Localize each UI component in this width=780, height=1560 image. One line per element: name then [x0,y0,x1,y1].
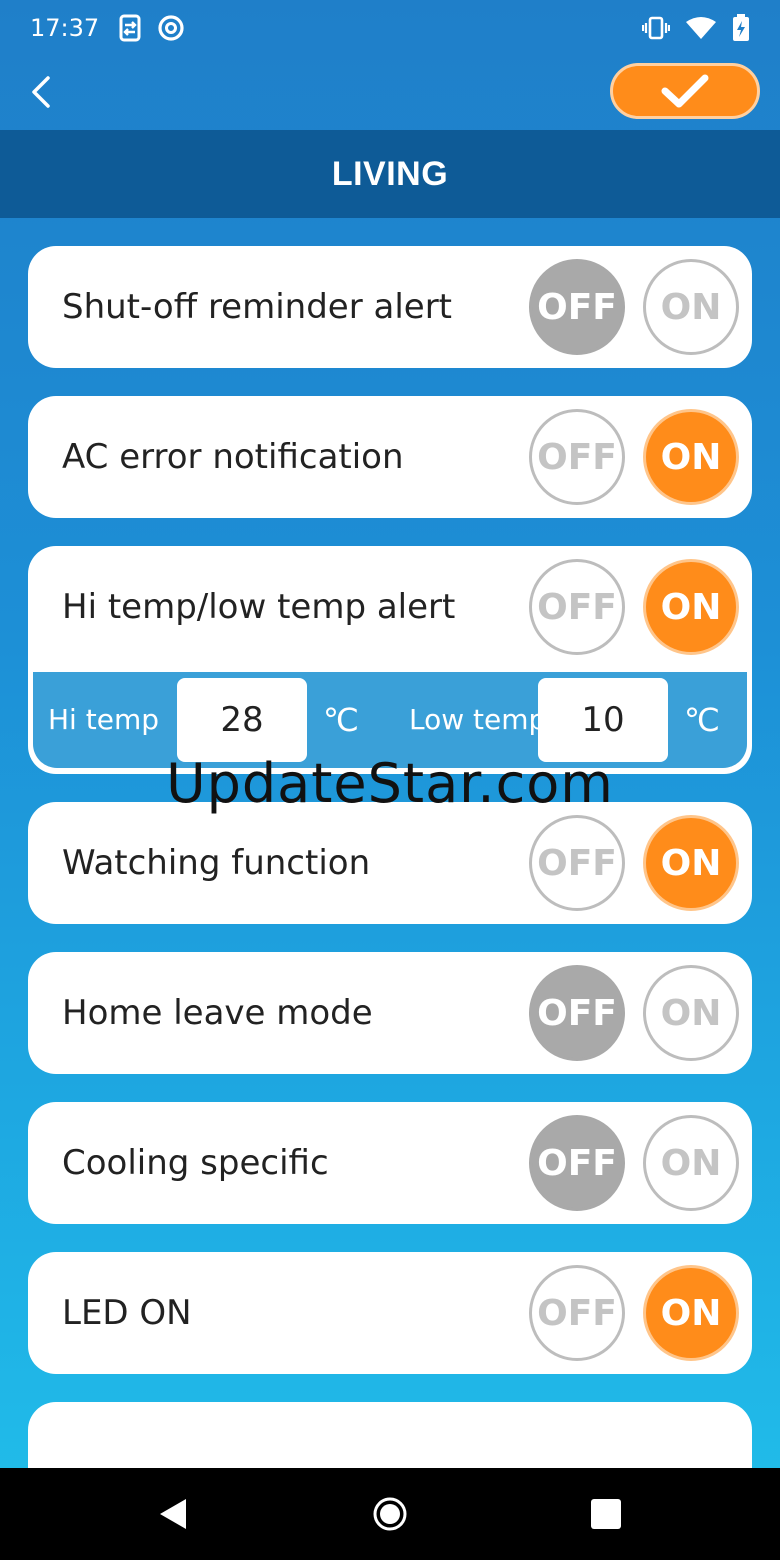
page-title: LIVING [331,154,449,193]
back-button[interactable] [22,70,62,114]
battery-charging-icon [733,14,749,41]
system-nav-bar [0,1468,780,1560]
wifi-icon [686,17,716,39]
on-toggle[interactable]: ON [643,409,739,505]
off-toggle[interactable]: OFF [529,815,625,911]
off-toggle[interactable]: OFF [529,409,625,505]
setting-label: AC error notification [62,437,404,477]
setting-card-shutoff-reminder: Shut-off reminder alert OFF ON [28,246,752,368]
hi-temp-input[interactable]: 28 [177,678,307,762]
home-circle-icon [373,1497,407,1531]
on-toggle[interactable]: ON [643,259,739,355]
setting-label: Hi temp/low temp alert [62,587,456,627]
status-bar: 17:37 [0,0,780,56]
title-bar: LIVING [0,130,780,218]
off-toggle[interactable]: OFF [529,559,625,655]
status-time: 17:37 [30,14,100,42]
on-toggle[interactable]: ON [643,815,739,911]
on-toggle[interactable]: ON [643,1265,739,1361]
setting-label: Cooling specific [62,1143,329,1183]
app-header [0,56,780,130]
off-toggle[interactable]: OFF [529,259,625,355]
setting-card-cooling: Cooling specific OFF ON [28,1102,752,1224]
setting-card-led: LED ON OFF ON [28,1252,752,1374]
back-triangle-icon [160,1499,186,1529]
setting-card-watching: Watching function OFF ON [28,802,752,924]
at-sign-icon [158,15,184,41]
on-toggle[interactable]: ON [643,965,739,1061]
vibrate-icon [642,16,670,40]
setting-label: Home leave mode [62,993,373,1033]
confirm-button[interactable] [610,63,760,119]
setting-label: Shut-off reminder alert [62,287,453,327]
on-toggle[interactable]: ON [643,559,739,655]
chevron-left-icon [32,76,50,108]
setting-card-temp-alert: Hi temp/low temp alert OFF ON Hi temp 28… [28,546,752,774]
nav-back-button[interactable] [152,1494,192,1534]
nav-home-button[interactable] [370,1494,410,1534]
watermark: UpdateStar.com [166,752,614,815]
off-toggle[interactable]: OFF [529,1115,625,1211]
off-toggle[interactable]: OFF [529,1265,625,1361]
setting-label: Watching function [62,843,371,883]
nav-recents-button[interactable] [586,1494,626,1534]
setting-card-ac-error: AC error notification OFF ON [28,396,752,518]
recents-square-icon [591,1499,621,1529]
sync-icon [119,14,141,42]
setting-card-home-leave: Home leave mode OFF ON [28,952,752,1074]
on-toggle[interactable]: ON [643,1115,739,1211]
low-temp-input[interactable]: 10 [538,678,668,762]
off-toggle[interactable]: OFF [529,965,625,1061]
setting-label: LED ON [62,1293,192,1333]
checkmark-icon [661,74,709,108]
